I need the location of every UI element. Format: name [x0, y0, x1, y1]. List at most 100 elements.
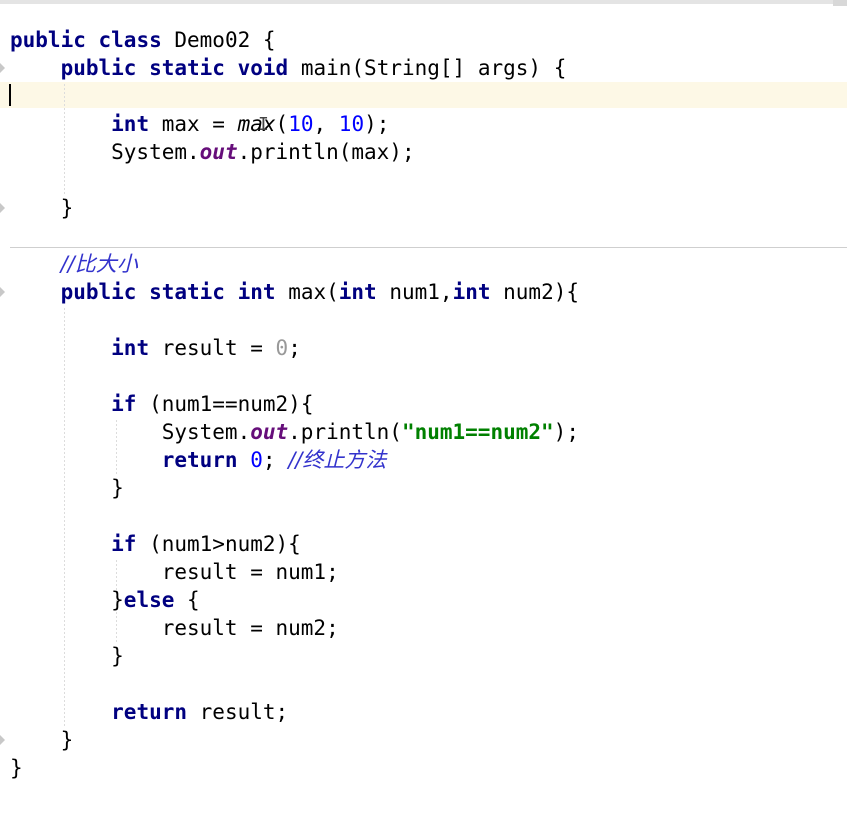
code-token: result; [187, 700, 289, 724]
code-line[interactable]: } [10, 726, 579, 754]
keyword-token: int [111, 336, 150, 360]
keyword-token: static [149, 280, 225, 304]
code-token: } [10, 728, 74, 752]
code-editor[interactable]: public class Demo02 { public static void… [0, 0, 847, 828]
code-line[interactable]: } [10, 194, 579, 222]
string-token: "num1==num2" [401, 420, 554, 444]
keyword-token: int [111, 112, 150, 136]
keyword-token: else [123, 588, 175, 612]
code-token: .println(max); [237, 140, 415, 164]
code-token: .println( [288, 420, 402, 444]
code-line[interactable]: System.out.println(max); [10, 138, 579, 166]
code-token: System. [10, 420, 251, 444]
code-token: max( [275, 280, 339, 304]
code-line[interactable] [10, 670, 579, 698]
keyword-token: int [338, 280, 377, 304]
method-call-token: max [237, 112, 276, 136]
field-token: out [250, 420, 289, 444]
fold-marker-icon[interactable] [0, 287, 5, 297]
keyword-token: public [60, 56, 137, 80]
keyword-token: public [10, 28, 86, 52]
code-line[interactable]: //比大小 [10, 250, 579, 278]
number-token: 10 [338, 112, 365, 136]
number-token: 0 [250, 448, 263, 472]
code-token: , [313, 112, 339, 136]
code-line[interactable] [10, 222, 579, 250]
code-token: } [10, 756, 23, 780]
comment-token: //终止方法 [288, 448, 387, 472]
keyword-token: int [237, 280, 276, 304]
code-token: num2){ [490, 280, 580, 304]
comment-token: //比大小 [60, 252, 138, 276]
code-token: (num1>num2){ [136, 532, 301, 556]
fold-marker-icon[interactable] [0, 735, 5, 745]
code-line[interactable]: result = num1; [10, 558, 579, 586]
code-token: } [10, 588, 124, 612]
code-line[interactable]: } [10, 642, 579, 670]
code-token: main(String[] args) { [288, 56, 567, 80]
code-line[interactable]: return result; [10, 698, 579, 726]
keyword-token: void [237, 56, 289, 80]
code-token: max = [149, 112, 238, 136]
code-token: ; [288, 336, 301, 360]
code-line[interactable] [10, 502, 579, 530]
code-line[interactable] [10, 166, 579, 194]
code-token: result = num1; [10, 560, 339, 584]
keyword-token: if [111, 392, 137, 416]
code-token: } [10, 196, 74, 220]
code-line[interactable]: result = num2; [10, 614, 579, 642]
code-token: System. [10, 140, 200, 164]
fold-marker-icon[interactable] [0, 203, 5, 213]
keyword-token: int [452, 280, 491, 304]
code-token: ); [553, 420, 579, 444]
code-line[interactable] [10, 306, 579, 334]
keyword-token: class [98, 28, 162, 52]
code-line[interactable]: int result = 0; [10, 334, 579, 362]
code-token: ; [262, 448, 289, 472]
code-line[interactable]: public static int max(int num1,int num2)… [10, 278, 579, 306]
keyword-token: public [60, 280, 137, 304]
code-token: result = num2; [10, 616, 339, 640]
source-code[interactable]: public class Demo02 { public static void… [10, 26, 579, 782]
code-token: (num1==num2){ [136, 392, 314, 416]
code-token: ( [275, 112, 289, 136]
code-token: num1, [376, 280, 453, 304]
keyword-token: if [111, 532, 137, 556]
code-token: Demo02 { [161, 28, 276, 52]
number-token: 0 [275, 336, 289, 360]
editor-top-border [0, 0, 847, 4]
code-token: } [10, 476, 124, 500]
code-line[interactable]: public static void main(String[] args) { [10, 54, 579, 82]
code-line[interactable] [10, 82, 579, 110]
number-token: 10 [288, 112, 314, 136]
code-line[interactable]: if (num1==num2){ [10, 390, 579, 418]
code-line[interactable]: return 0; //终止方法 [10, 446, 579, 474]
code-line[interactable]: if (num1>num2){ [10, 530, 579, 558]
fold-marker-icon[interactable] [0, 63, 5, 73]
keyword-token: static [149, 56, 225, 80]
code-line[interactable]: int max = max(10, 10); [10, 110, 579, 138]
code-line[interactable]: public class Demo02 { [10, 26, 579, 54]
code-line[interactable]: }else { [10, 586, 579, 614]
code-line[interactable]: } [10, 754, 579, 782]
scroll-corner [833, 0, 847, 6]
code-line[interactable]: System.out.println("num1==num2"); [10, 418, 579, 446]
code-line[interactable]: } [10, 474, 579, 502]
code-token: ); [364, 112, 390, 136]
code-line[interactable] [10, 362, 579, 390]
text-cursor-icon: I [258, 114, 269, 135]
keyword-token: return [111, 700, 188, 724]
